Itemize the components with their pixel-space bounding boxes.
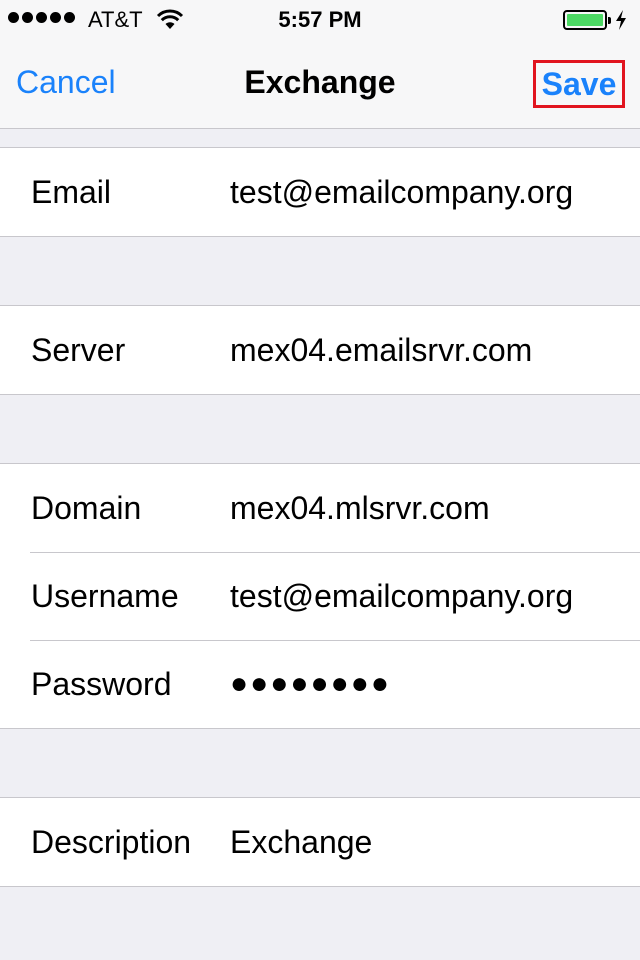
status-bar: AT&T 5:57 PM bbox=[0, 0, 640, 40]
battery-level-fill bbox=[567, 14, 603, 26]
email-group: Email test@emailcompany.org bbox=[0, 147, 640, 237]
email-label: Email bbox=[31, 173, 112, 210]
top-bar: AT&T 5:57 PM Cancel Exchange Save bbox=[0, 0, 640, 129]
server-row[interactable]: Server mex04.emailsrvr.com bbox=[0, 306, 640, 394]
status-time: 5:57 PM bbox=[278, 7, 362, 32]
description-label: Description bbox=[31, 823, 192, 860]
description-row[interactable]: Description Exchange bbox=[0, 798, 640, 886]
password-row[interactable]: Password ●●●●●●●● bbox=[0, 640, 640, 728]
email-field[interactable]: test@emailcompany.org bbox=[230, 174, 573, 211]
save-button[interactable]: Save bbox=[533, 60, 625, 108]
server-group: Server mex04.emailsrvr.com bbox=[0, 305, 640, 395]
password-label: Password bbox=[31, 665, 172, 702]
exchange-account-screen: AT&T 5:57 PM Cancel Exchange Save Email … bbox=[0, 0, 640, 960]
charging-bolt-icon bbox=[616, 10, 626, 30]
username-label: Username bbox=[31, 577, 179, 614]
save-button-label: Save bbox=[541, 65, 617, 102]
domain-row[interactable]: Domain mex04.mlsrvr.com bbox=[0, 464, 640, 552]
password-field[interactable]: ●●●●●●●● bbox=[230, 667, 391, 701]
credentials-group: Domain mex04.mlsrvr.com Username test@em… bbox=[0, 463, 640, 729]
description-group: Description Exchange bbox=[0, 797, 640, 887]
cancel-button[interactable]: Cancel bbox=[16, 64, 116, 101]
server-field[interactable]: mex04.emailsrvr.com bbox=[230, 332, 532, 369]
username-field[interactable]: test@emailcompany.org bbox=[230, 578, 573, 615]
domain-field[interactable]: mex04.mlsrvr.com bbox=[230, 490, 490, 527]
description-field[interactable]: Exchange bbox=[230, 824, 372, 861]
email-row[interactable]: Email test@emailcompany.org bbox=[0, 148, 640, 236]
server-label: Server bbox=[31, 331, 126, 368]
domain-label: Domain bbox=[31, 489, 142, 526]
battery-icon bbox=[563, 10, 611, 30]
username-row[interactable]: Username test@emailcompany.org bbox=[0, 552, 640, 640]
